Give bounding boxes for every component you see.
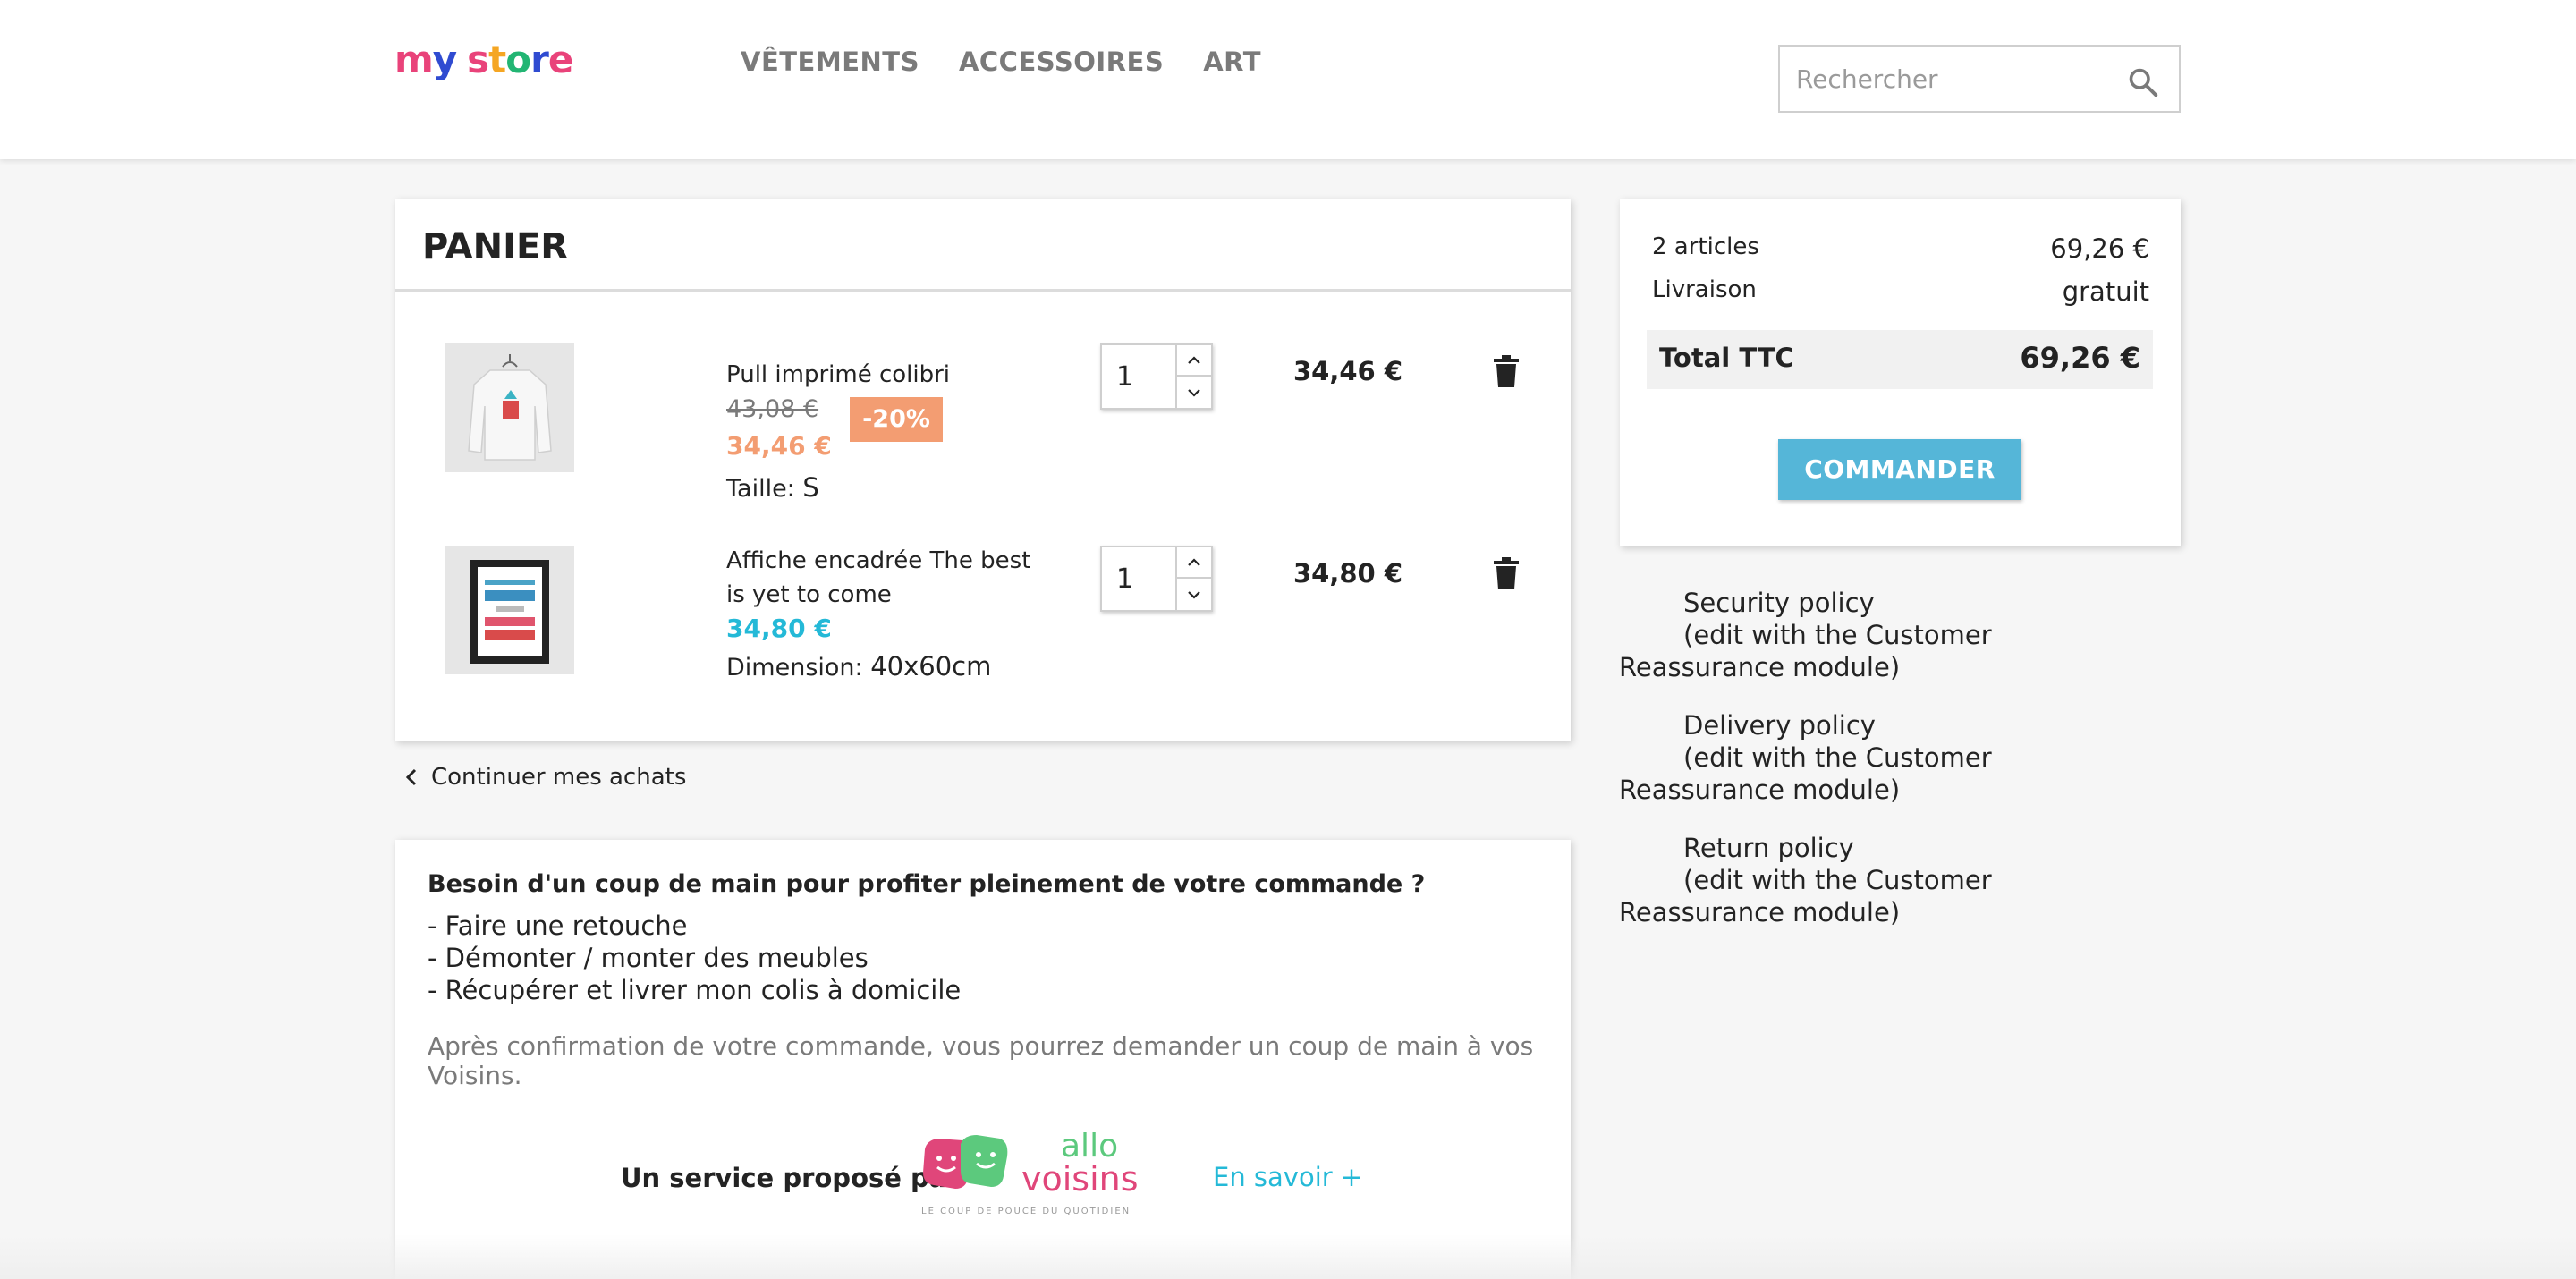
qty-up-button[interactable] (1177, 345, 1211, 377)
attribute-value: 40x60cm (870, 651, 992, 682)
attribute-label: Dimension: (726, 654, 863, 682)
summary-total-row: Total TTC 69,26 € (1647, 330, 2153, 389)
articles-value: 69,26 € (2050, 233, 2149, 264)
articles-label: 2 articles (1652, 233, 1759, 260)
service-item: - Faire une retouche (428, 911, 688, 941)
total-label: Total TTC (1659, 343, 1794, 373)
service-title: Besoin d'un coup de main pour profiter p… (428, 870, 1426, 898)
learn-more-link[interactable]: En savoir + (1213, 1162, 1362, 1192)
nav-vetements[interactable]: VÊTEMENTS (741, 47, 919, 77)
product-name[interactable]: Affiche encadrée The best is yet to come (726, 544, 1048, 612)
chevron-down-icon (1188, 590, 1200, 599)
shipping-label: Livraison (1652, 276, 1757, 303)
reassurance-desc: (edit with the Customer Reassurance modu… (1619, 865, 1992, 927)
summary-shipping-row: Livraison gratuit (1652, 276, 2149, 307)
site-header: my store VÊTEMENTS ACCESSOIRES ART (0, 0, 2576, 159)
cart-summary-card: 2 articles 69,26 € Livraison gratuit Tot… (1620, 199, 2181, 546)
reassurance-title: Delivery policy (1683, 710, 1876, 741)
product-price: 34,80 € (726, 614, 832, 643)
attribute-value: S (802, 472, 819, 503)
product-name[interactable]: Pull imprimé colibri (726, 358, 1048, 392)
cart-title: PANIER (422, 226, 569, 267)
allovoisins-service-card: Besoin d'un coup de main pour profiter p… (395, 840, 1571, 1279)
poster-image (445, 546, 574, 674)
product-image-sweater[interactable] (445, 343, 574, 472)
reassurance-title: Return policy (1683, 833, 1854, 863)
cart-item: Affiche encadrée The best is yet to come… (395, 546, 1571, 724)
search-box (1778, 45, 2181, 113)
checkout-button[interactable]: COMMANDER (1778, 439, 2021, 500)
nav-art[interactable]: ART (1203, 47, 1261, 77)
nav-accessoires[interactable]: ACCESSOIRES (959, 47, 1164, 77)
summary-articles-row: 2 articles 69,26 € (1652, 233, 2149, 264)
reassurance-desc: (edit with the Customer Reassurance modu… (1619, 742, 1992, 805)
qty-down-button[interactable] (1177, 579, 1211, 610)
trash-icon[interactable] (1492, 556, 1521, 590)
discount-badge: -20% (850, 397, 943, 442)
product-attribute: Taille: S (726, 472, 819, 503)
service-list: - Faire une retouche - Démonter / monter… (428, 910, 961, 1006)
quantity-input[interactable] (1102, 547, 1175, 610)
service-by-label: Un service proposé par (621, 1163, 960, 1193)
cart-divider (395, 289, 1571, 292)
qty-up-button[interactable] (1177, 547, 1211, 579)
reassurance-block: Return policy (edit with the Customer Re… (1619, 832, 2156, 928)
reassurance-title: Security policy (1683, 588, 1875, 618)
shipping-value: gratuit (2062, 276, 2149, 307)
quantity-input[interactable] (1102, 345, 1175, 408)
service-note: Après confirmation de votre commande, vo… (428, 1031, 1534, 1090)
trash-icon[interactable] (1492, 354, 1521, 388)
reassurance-block: Security policy (edit with the Customer … (1619, 587, 2156, 683)
service-item: - Démonter / monter des meubles (428, 943, 869, 973)
search-icon[interactable] (2127, 66, 2159, 98)
reassurance-block: Delivery policy (edit with the Customer … (1619, 709, 2156, 806)
continue-shopping-label: Continuer mes achats (431, 764, 687, 791)
quantity-stepper (1100, 546, 1213, 612)
total-value: 69,26 € (2020, 341, 2140, 375)
store-logo[interactable]: my store (394, 38, 573, 81)
chevron-up-icon (1188, 355, 1200, 364)
chevron-left-icon (405, 768, 417, 786)
logo-tagline: LE COUP DE POUCE DU QUOTIDIEN (921, 1207, 1131, 1216)
chevron-up-icon (1188, 557, 1200, 566)
product-price: 34,46 € (726, 431, 832, 461)
attribute-label: Taille: (726, 475, 795, 503)
product-attribute: Dimension: 40x60cm (726, 651, 991, 682)
reassurance-desc: (edit with the Customer Reassurance modu… (1619, 620, 1992, 682)
allovoisins-logo[interactable]: allo voisins LE COUP DE POUCE DU QUOTIDI… (918, 1122, 1150, 1219)
cart-card: PANIER Pull imprimé colibri 43,08 € -20%… (395, 199, 1571, 741)
service-item: - Récupérer et livrer mon colis à domici… (428, 975, 962, 1005)
bottom-fade (0, 1234, 2576, 1279)
chevron-down-icon (1188, 388, 1200, 397)
line-total: 34,46 € (1293, 356, 1403, 386)
product-image-poster[interactable] (445, 546, 574, 674)
line-total: 34,80 € (1293, 558, 1403, 589)
cart-item: Pull imprimé colibri 43,08 € -20% 34,46 … (395, 343, 1571, 522)
sweater-image (445, 343, 574, 472)
main-nav: VÊTEMENTS ACCESSOIRES ART (741, 47, 1261, 77)
qty-down-button[interactable] (1177, 377, 1211, 408)
continue-shopping-link[interactable]: Continuer mes achats (404, 764, 686, 791)
quantity-stepper (1100, 343, 1213, 410)
logo-word-voisins: voisins (1021, 1159, 1139, 1199)
regular-price: 43,08 € (726, 395, 819, 423)
search-input[interactable] (1796, 55, 2118, 102)
